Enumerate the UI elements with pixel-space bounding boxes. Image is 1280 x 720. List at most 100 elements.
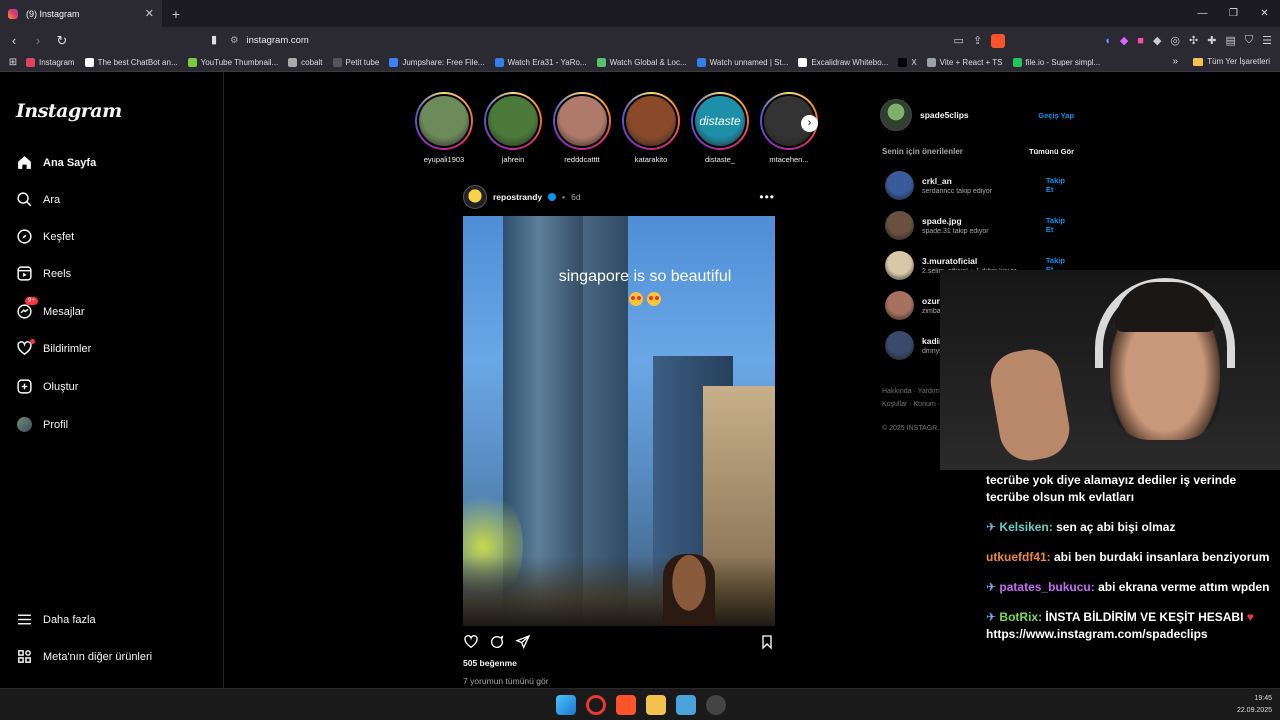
windows-start-icon[interactable] [556, 695, 576, 715]
post-overlay-text: singapore is so beautiful [558, 268, 732, 285]
story-item[interactable]: distaste distaste_ [690, 92, 750, 164]
grid-icon [16, 648, 33, 665]
bookmark-item[interactable]: X [898, 58, 917, 67]
avatar[interactable] [885, 170, 914, 200]
avatar[interactable] [885, 210, 914, 240]
bookmark-item[interactable]: Excalidraw Whitebo... [798, 58, 888, 67]
sidebar-item-home[interactable]: Ana Sayfa [16, 154, 96, 171]
sidebar-item-meta[interactable]: Meta'nın diğer ürünleri [16, 648, 152, 665]
minimize-icon[interactable]: — [1187, 0, 1218, 27]
back-icon[interactable]: ‹ [4, 33, 24, 48]
extension-icon[interactable]: ◎ [1170, 34, 1180, 47]
bookmark-item[interactable]: Watch Era31 - YaRo... [494, 58, 587, 67]
apps-grid-icon[interactable]: ⊞ [0, 57, 26, 68]
extension-icon[interactable]: ◖ [1104, 35, 1111, 47]
bookmark-icon[interactable]: ▮ [211, 33, 217, 46]
like-icon[interactable] [463, 634, 479, 650]
current-username[interactable]: spade5clips [920, 110, 969, 120]
restore-icon[interactable]: ❐ [1218, 0, 1249, 27]
heart-icon [16, 339, 35, 357]
sidebar-item-reels[interactable]: Reels [16, 265, 71, 282]
opera-icon[interactable] [586, 695, 606, 715]
browser-tab[interactable]: (9) Instagram ✕ [0, 0, 162, 27]
reload-icon[interactable]: ↻ [52, 33, 72, 49]
instagram-logo[interactable]: Instagram [16, 100, 122, 122]
forward-icon[interactable]: › [28, 33, 48, 48]
bookmark-item[interactable]: Watch Global & Loc... [596, 58, 687, 67]
post-author-avatar[interactable] [463, 185, 487, 209]
bookmark-item[interactable]: Instagram [26, 58, 75, 67]
post-actions [463, 633, 775, 651]
suggestion-username[interactable]: spade.jpg [922, 216, 1038, 226]
brave-browser-icon[interactable] [616, 695, 636, 715]
avatar[interactable] [885, 250, 914, 280]
suggestions-header: Senin için önerilenler Tümünü Gör [882, 147, 1074, 156]
system-tray-clock[interactable]: 19:45 22.09.2025 [1237, 693, 1272, 717]
story-item[interactable]: jahrein [483, 92, 543, 164]
share-icon[interactable]: ⇪ [973, 34, 982, 47]
puzzle-icon[interactable]: ✚ [1207, 34, 1216, 47]
story-ring: distaste [691, 92, 749, 150]
bookmark-item[interactable]: Vite + React + TS [926, 58, 1003, 67]
screen-icon[interactable]: ▭ [954, 34, 964, 47]
suggestion-username[interactable]: 3.muratoficial [922, 256, 1038, 266]
comment-icon[interactable] [489, 634, 505, 650]
bookmark-item[interactable]: Jumpshare: Free File... [389, 58, 485, 67]
pin-icon: ✈ [986, 580, 997, 594]
switch-account-button[interactable]: Geçiş Yap [1038, 111, 1074, 120]
share-icon[interactable] [515, 634, 531, 650]
new-tab-button[interactable]: + [162, 6, 190, 22]
site-settings-icon[interactable]: ⚙ [230, 35, 239, 46]
brave-shields-icon[interactable] [991, 33, 1006, 48]
story-username: mtacehen... [769, 155, 809, 164]
avatar[interactable] [885, 290, 914, 320]
sidebar-toggle-icon[interactable]: ▤ [1225, 34, 1235, 47]
sidebar-item-explore[interactable]: Keşfet [16, 228, 74, 245]
sidebar-item-notifications[interactable]: Bildirimler [16, 339, 91, 357]
bookmark-item[interactable]: file.io - Super simpl... [1012, 58, 1100, 67]
photos-icon[interactable] [676, 695, 696, 715]
address-bar[interactable]: ⚙ instagram.com [230, 30, 950, 51]
sidebar-item-more[interactable]: Daha fazla [16, 611, 96, 628]
sidebar-item-search[interactable]: Ara [16, 191, 60, 208]
story-item[interactable]: eyupali1903 [414, 92, 474, 164]
more-bookmarks-icon[interactable]: » [1172, 56, 1178, 67]
windows-taskbar: 19:45 22.09.2025 [0, 688, 1280, 720]
extension-icon[interactable]: ✣ [1189, 34, 1198, 47]
close-window-icon[interactable]: ✕ [1249, 0, 1280, 27]
stories-next-button[interactable]: › [801, 115, 818, 132]
bookmark-favicon-icon [898, 58, 908, 67]
obs-icon[interactable] [706, 695, 726, 715]
file-explorer-icon[interactable] [646, 695, 666, 715]
extension-icon[interactable]: ◆ [1120, 34, 1128, 47]
follow-button[interactable]: Takip Et [1046, 216, 1074, 234]
avatar[interactable] [880, 99, 912, 131]
see-all-button[interactable]: Tümünü Gör [1029, 147, 1074, 156]
extension-icon[interactable]: ◆ [1153, 34, 1161, 47]
post-author-username[interactable]: repostrandy [493, 192, 542, 202]
suggestion-username[interactable]: crkl_an [922, 176, 1038, 186]
menu-icon[interactable]: ☰ [1262, 34, 1272, 47]
extension-icon[interactable]: ■ [1137, 35, 1144, 47]
bookmark-item[interactable]: YouTube Thumbnail... [187, 58, 278, 67]
bookmark-item[interactable]: The best ChatBot an... [84, 58, 178, 67]
bookmark-item[interactable]: cobalt [288, 58, 323, 67]
story-item[interactable]: redddcatttt [552, 92, 612, 164]
more-options-icon[interactable]: ••• [759, 190, 775, 204]
view-comments-link[interactable]: 7 yorumun tümünü gör [463, 676, 549, 686]
avatar[interactable] [885, 330, 914, 360]
sidebar-item-profile[interactable]: Profil [16, 416, 68, 433]
bookmark-item[interactable]: Watch unnamed | St... [696, 58, 788, 67]
vpn-icon[interactable]: ⛉ [1245, 34, 1253, 47]
bookmark-item[interactable]: Petit tube [332, 58, 379, 67]
close-tab-icon[interactable]: ✕ [145, 7, 154, 20]
sidebar-item-create[interactable]: Oluştur [16, 378, 78, 395]
post-media[interactable]: singapore is so beautiful [463, 216, 775, 626]
story-item[interactable]: katarakito [621, 92, 681, 164]
save-icon[interactable] [759, 634, 775, 650]
follow-button[interactable]: Takip Et [1046, 176, 1074, 194]
like-count[interactable]: 505 beğenme [463, 658, 517, 668]
all-bookmarks-folder[interactable]: Tüm Yer İşaretleri [1193, 57, 1270, 66]
notification-dot [30, 339, 35, 344]
sidebar-item-messages[interactable]: 9+ Mesajlar [16, 297, 85, 320]
